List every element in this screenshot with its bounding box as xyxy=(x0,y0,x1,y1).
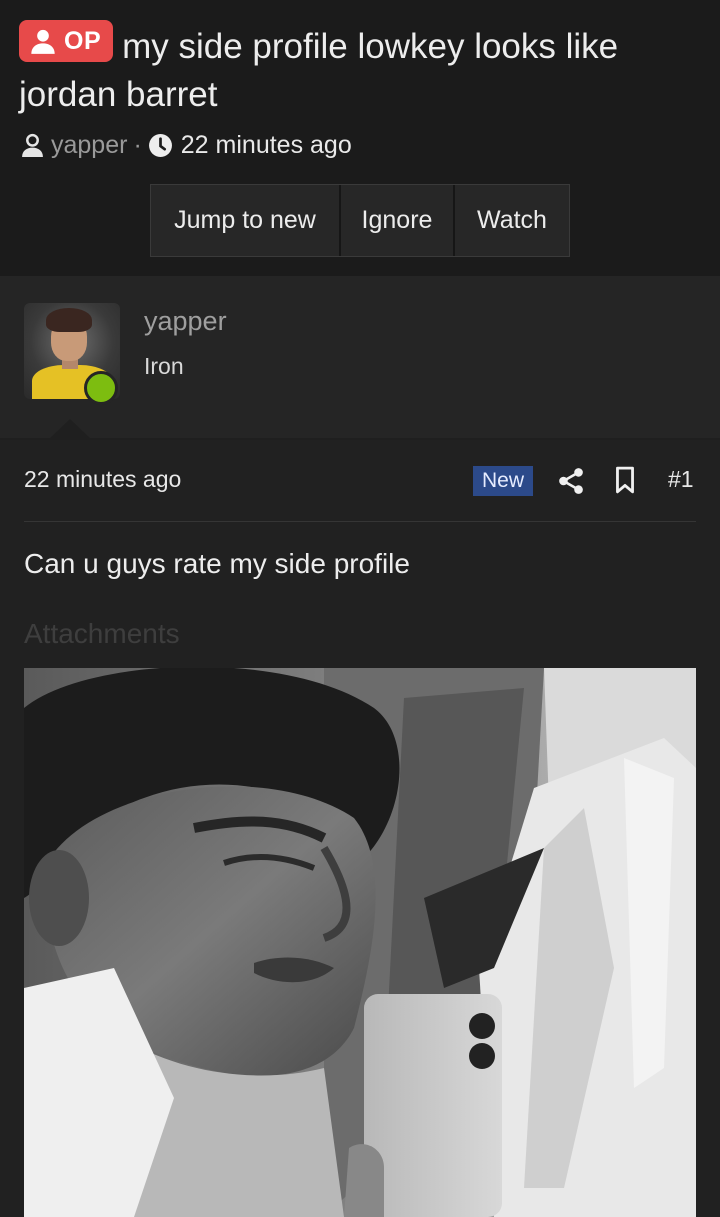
online-status-indicator xyxy=(84,371,118,405)
post-divider xyxy=(24,521,696,522)
thread-time[interactable]: 22 minutes ago xyxy=(181,131,352,160)
user-rank: Iron xyxy=(144,353,184,379)
divider xyxy=(0,438,720,440)
thread-author-link[interactable]: yapper xyxy=(51,131,127,160)
post-time[interactable]: 22 minutes ago xyxy=(24,466,181,493)
new-badge: New xyxy=(473,466,533,496)
op-badge-label: OP xyxy=(64,27,102,55)
user-icon xyxy=(31,29,55,54)
jump-to-new-button[interactable]: Jump to new xyxy=(151,185,341,256)
share-icon[interactable] xyxy=(558,467,584,495)
meta-separator: · xyxy=(133,130,142,159)
op-badge: OP xyxy=(19,20,114,62)
bookmark-icon[interactable] xyxy=(613,466,637,494)
watch-button[interactable]: Watch xyxy=(455,185,569,256)
attachment-image[interactable] xyxy=(24,668,696,1217)
post-number-link[interactable]: #1 xyxy=(668,466,694,493)
post-user-block xyxy=(0,276,720,439)
attachments-label: Attachments xyxy=(24,618,180,649)
clock-icon xyxy=(148,133,172,157)
thread-meta: yapper · 22 minutes ago xyxy=(20,128,352,162)
post-pointer-arrow xyxy=(48,419,92,440)
thread-actions: Jump to new Ignore Watch xyxy=(150,184,570,257)
user-icon xyxy=(22,133,43,157)
ignore-button[interactable]: Ignore xyxy=(341,185,455,256)
thread-title: OP my side profile lowkey looks like jor… xyxy=(19,20,709,119)
thread-header: OP my side profile lowkey looks like jor… xyxy=(0,0,720,276)
post-username[interactable]: yapper xyxy=(144,306,227,337)
post-body: Can u guys rate my side profile xyxy=(24,548,410,579)
